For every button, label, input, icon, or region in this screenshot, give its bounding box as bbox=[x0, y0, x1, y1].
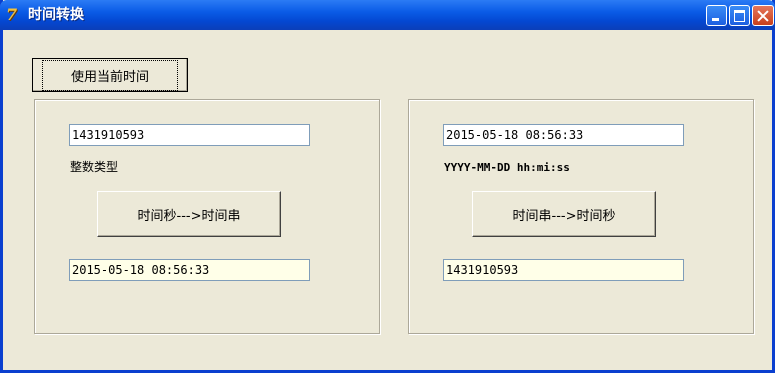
integer-type-label: 整数类型 bbox=[70, 160, 119, 174]
window-title: 时间转换 bbox=[28, 7, 84, 23]
use-current-time-label: 使用当前时间 bbox=[41, 59, 178, 91]
string-to-seconds-button[interactable]: 时间串--->时间秒 bbox=[472, 191, 656, 237]
seconds-input[interactable]: 1431910593 bbox=[69, 124, 310, 146]
seconds-output-field[interactable]: 1431910593 bbox=[443, 259, 684, 281]
minimize-button[interactable] bbox=[706, 5, 727, 26]
app-icon: 7 bbox=[6, 5, 18, 24]
app-window: 7 时间转换 使用当前时间 bbox=[0, 0, 775, 373]
use-current-time-button[interactable]: 使用当前时间 bbox=[32, 58, 188, 92]
seconds-to-string-button[interactable]: 时间秒--->时间串 bbox=[97, 191, 281, 237]
string-input[interactable]: 2015-05-18 08:56:33 bbox=[443, 124, 684, 146]
title-bar[interactable]: 7 时间转换 bbox=[0, 0, 775, 30]
close-button[interactable] bbox=[752, 5, 774, 26]
string-output-field[interactable]: 2015-05-18 08:56:33 bbox=[69, 259, 310, 281]
maximize-button[interactable] bbox=[729, 5, 750, 26]
datetime-format-label: YYYY-MM-DD hh:mi:ss bbox=[444, 161, 570, 174]
